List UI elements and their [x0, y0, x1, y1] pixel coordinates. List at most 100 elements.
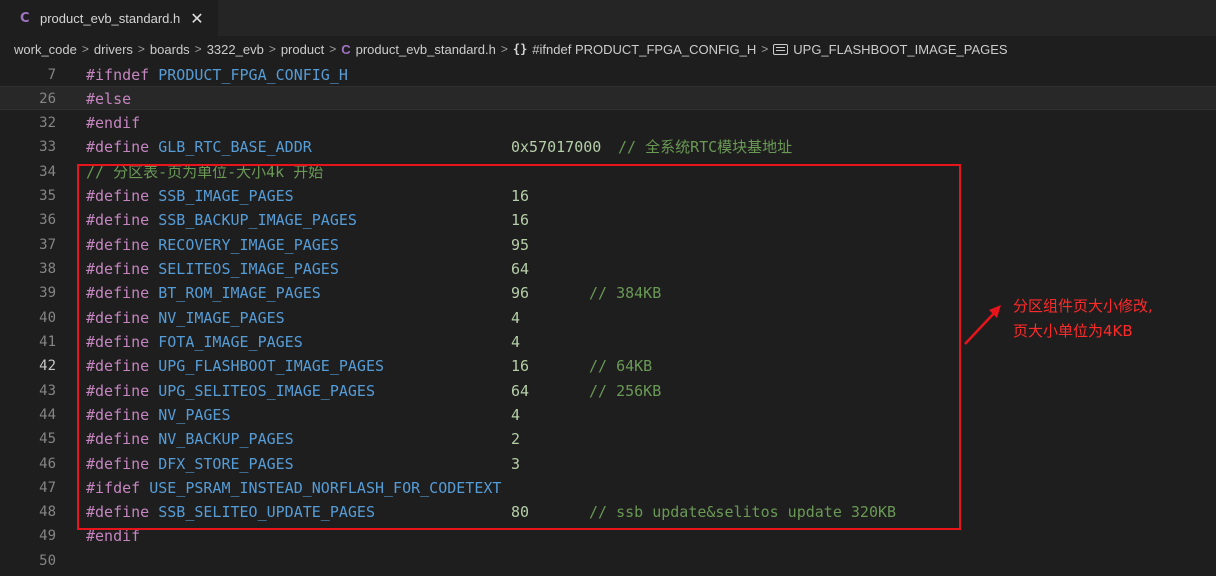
code-comment: // 全系统RTC模块基地址	[618, 138, 793, 156]
macro-name: DFX_STORE_PAGES	[158, 455, 294, 473]
line-number: 38	[39, 261, 56, 277]
preprocessor-keyword: #define	[86, 309, 150, 327]
code-comment: // 分区表-页为单位-大小4k 开始	[86, 163, 324, 181]
macro-value: 96	[511, 284, 530, 302]
code-line[interactable]: 36 #define SSB_BACKUP_IMAGE_PAGES 16	[0, 208, 1216, 232]
breadcrumb-ifndef-scope[interactable]: #ifndef PRODUCT_FPGA_CONFIG_H	[532, 42, 756, 57]
breadcrumb-drivers[interactable]: drivers	[94, 42, 133, 57]
code-text: #define DFX_STORE_PAGES	[86, 452, 294, 476]
macro-name: PRODUCT_FPGA_CONFIG_H	[158, 66, 348, 84]
code-line[interactable]: 35 #define SSB_IMAGE_PAGES 16	[0, 184, 1216, 208]
c-file-icon: C	[341, 41, 351, 57]
line-number: 26	[39, 91, 56, 107]
macro-name: NV_PAGES	[158, 406, 231, 424]
breadcrumb-product[interactable]: product	[281, 42, 324, 57]
breadcrumb-file[interactable]: product_evb_standard.h	[356, 42, 496, 57]
line-number: 43	[39, 383, 56, 399]
preprocessor-keyword: #define	[86, 187, 150, 205]
code-line[interactable]: 50	[0, 549, 1216, 573]
macro-name: NV_BACKUP_PAGES	[158, 430, 294, 448]
breadcrumb-work-code[interactable]: work_code	[14, 42, 77, 57]
preprocessor-keyword: #endif	[86, 114, 141, 132]
close-icon[interactable]: ✕	[190, 9, 203, 28]
preprocessor-keyword: #define	[86, 284, 150, 302]
preprocessor-keyword: #define	[86, 382, 150, 400]
code-line[interactable]: 46 #define DFX_STORE_PAGES 3	[0, 452, 1216, 476]
chevron-right-icon: >	[137, 42, 145, 56]
preprocessor-keyword: #define	[86, 406, 150, 424]
code-text: #define RECOVERY_IMAGE_PAGES	[86, 233, 339, 257]
macro-value: 4	[511, 333, 521, 351]
preprocessor-keyword: #define	[86, 357, 150, 375]
preprocessor-keyword: #define	[86, 333, 150, 351]
chevron-right-icon: >	[81, 42, 89, 56]
code-text: #endif	[86, 524, 140, 548]
breadcrumb-boards[interactable]: boards	[150, 42, 190, 57]
line-number: 39	[39, 285, 56, 301]
code-line[interactable]: 49 #endif	[0, 524, 1216, 548]
line-number: 40	[39, 310, 56, 326]
braces-icon: {}	[512, 42, 528, 56]
code-line[interactable]: 33 #define GLB_RTC_BASE_ADDR 0x57017000 // …	[0, 135, 1216, 159]
line-number: 37	[39, 237, 56, 253]
macro-name: FOTA_IMAGE_PAGES	[158, 333, 303, 351]
code-line[interactable]: 48 #define SSB_SELITEO_UPDATE_PAGES 80 // s…	[0, 500, 1216, 524]
code-line[interactable]: 7 #ifndef PRODUCT_FPGA_CONFIG_H	[0, 63, 1216, 87]
preprocessor-keyword: #else	[86, 90, 132, 108]
code-line[interactable]: 44 #define NV_PAGES 4	[0, 403, 1216, 427]
chevron-right-icon: >	[268, 42, 276, 56]
code-text: #ifdef USE_PSRAM_INSTEAD_NORFLASH_FOR_CO…	[86, 476, 501, 500]
editor-tab[interactable]: C product_evb_standard.h ✕	[0, 0, 218, 36]
code-text: #define SSB_IMAGE_PAGES	[86, 184, 294, 208]
code-line[interactable]: 45 #define NV_BACKUP_PAGES 2	[0, 427, 1216, 451]
preprocessor-keyword: #define	[86, 430, 150, 448]
code-text: #endif	[86, 111, 140, 135]
chevron-right-icon: >	[329, 42, 337, 56]
macro-value: 3	[511, 455, 521, 473]
macro-value: 4	[511, 406, 521, 424]
code-line[interactable]: 26 #else	[0, 86, 1216, 110]
macro-name: SSB_SELITEO_UPDATE_PAGES	[158, 503, 375, 521]
preprocessor-keyword: #ifndef	[86, 66, 150, 84]
code-comment: // ssb update&selitos update 320KB	[589, 503, 897, 521]
code-comment: // 384KB	[589, 284, 662, 302]
macro-value: 64	[511, 260, 530, 278]
code-text: #ifndef PRODUCT_FPGA_CONFIG_H	[86, 63, 348, 87]
code-line[interactable]: 34 // 分区表-页为单位-大小4k 开始	[0, 160, 1216, 184]
preprocessor-keyword: #ifdef	[86, 479, 141, 497]
code-line[interactable]: 32 #endif	[0, 111, 1216, 135]
preprocessor-keyword: #define	[86, 236, 150, 254]
line-number: 48	[39, 504, 56, 520]
code-line[interactable]: 47 #ifdef USE_PSRAM_INSTEAD_NORFLASH_FOR_…	[0, 476, 1216, 500]
constant-symbol-icon	[773, 43, 789, 55]
chevron-right-icon: >	[194, 42, 202, 56]
macro-value: 64	[511, 382, 530, 400]
code-text: #define UPG_FLASHBOOT_IMAGE_PAGES	[86, 354, 384, 378]
line-number: 50	[39, 553, 56, 569]
code-text: #define GLB_RTC_BASE_ADDR	[86, 135, 312, 159]
preprocessor-keyword: #define	[86, 455, 150, 473]
annotation-line-2: 页大小单位为4KB	[1013, 322, 1133, 340]
code-line[interactable]: 42 #define UPG_FLASHBOOT_IMAGE_PAGES 16 // …	[0, 354, 1216, 378]
line-number: 32	[39, 115, 56, 131]
chevron-right-icon: >	[500, 42, 508, 56]
line-number: 46	[39, 456, 56, 472]
preprocessor-keyword: #define	[86, 211, 150, 229]
c-file-icon: C	[20, 10, 30, 26]
code-text: #define UPG_SELITEOS_IMAGE_PAGES	[86, 379, 375, 403]
code-text: #define BT_ROM_IMAGE_PAGES	[86, 281, 321, 305]
code-line[interactable]: 37 #define RECOVERY_IMAGE_PAGES 95	[0, 233, 1216, 257]
code-line[interactable]: 38 #define SELITEOS_IMAGE_PAGES 64	[0, 257, 1216, 281]
breadcrumb-3322-evb[interactable]: 3322_evb	[207, 42, 264, 57]
preprocessor-keyword: #define	[86, 503, 150, 521]
macro-name: BT_ROM_IMAGE_PAGES	[158, 284, 321, 302]
line-number: 35	[39, 188, 56, 204]
code-line[interactable]: 43 #define UPG_SELITEOS_IMAGE_PAGES 64 // 2…	[0, 379, 1216, 403]
code-text: #define FOTA_IMAGE_PAGES	[86, 330, 303, 354]
preprocessor-keyword: #define	[86, 138, 150, 156]
line-number: 49	[39, 528, 56, 544]
breadcrumb-symbol[interactable]: UPG_FLASHBOOT_IMAGE_PAGES	[793, 42, 1007, 57]
code-text: #define NV_BACKUP_PAGES	[86, 427, 294, 451]
macro-name: GLB_RTC_BASE_ADDR	[158, 138, 312, 156]
macro-name: SSB_IMAGE_PAGES	[158, 187, 294, 205]
